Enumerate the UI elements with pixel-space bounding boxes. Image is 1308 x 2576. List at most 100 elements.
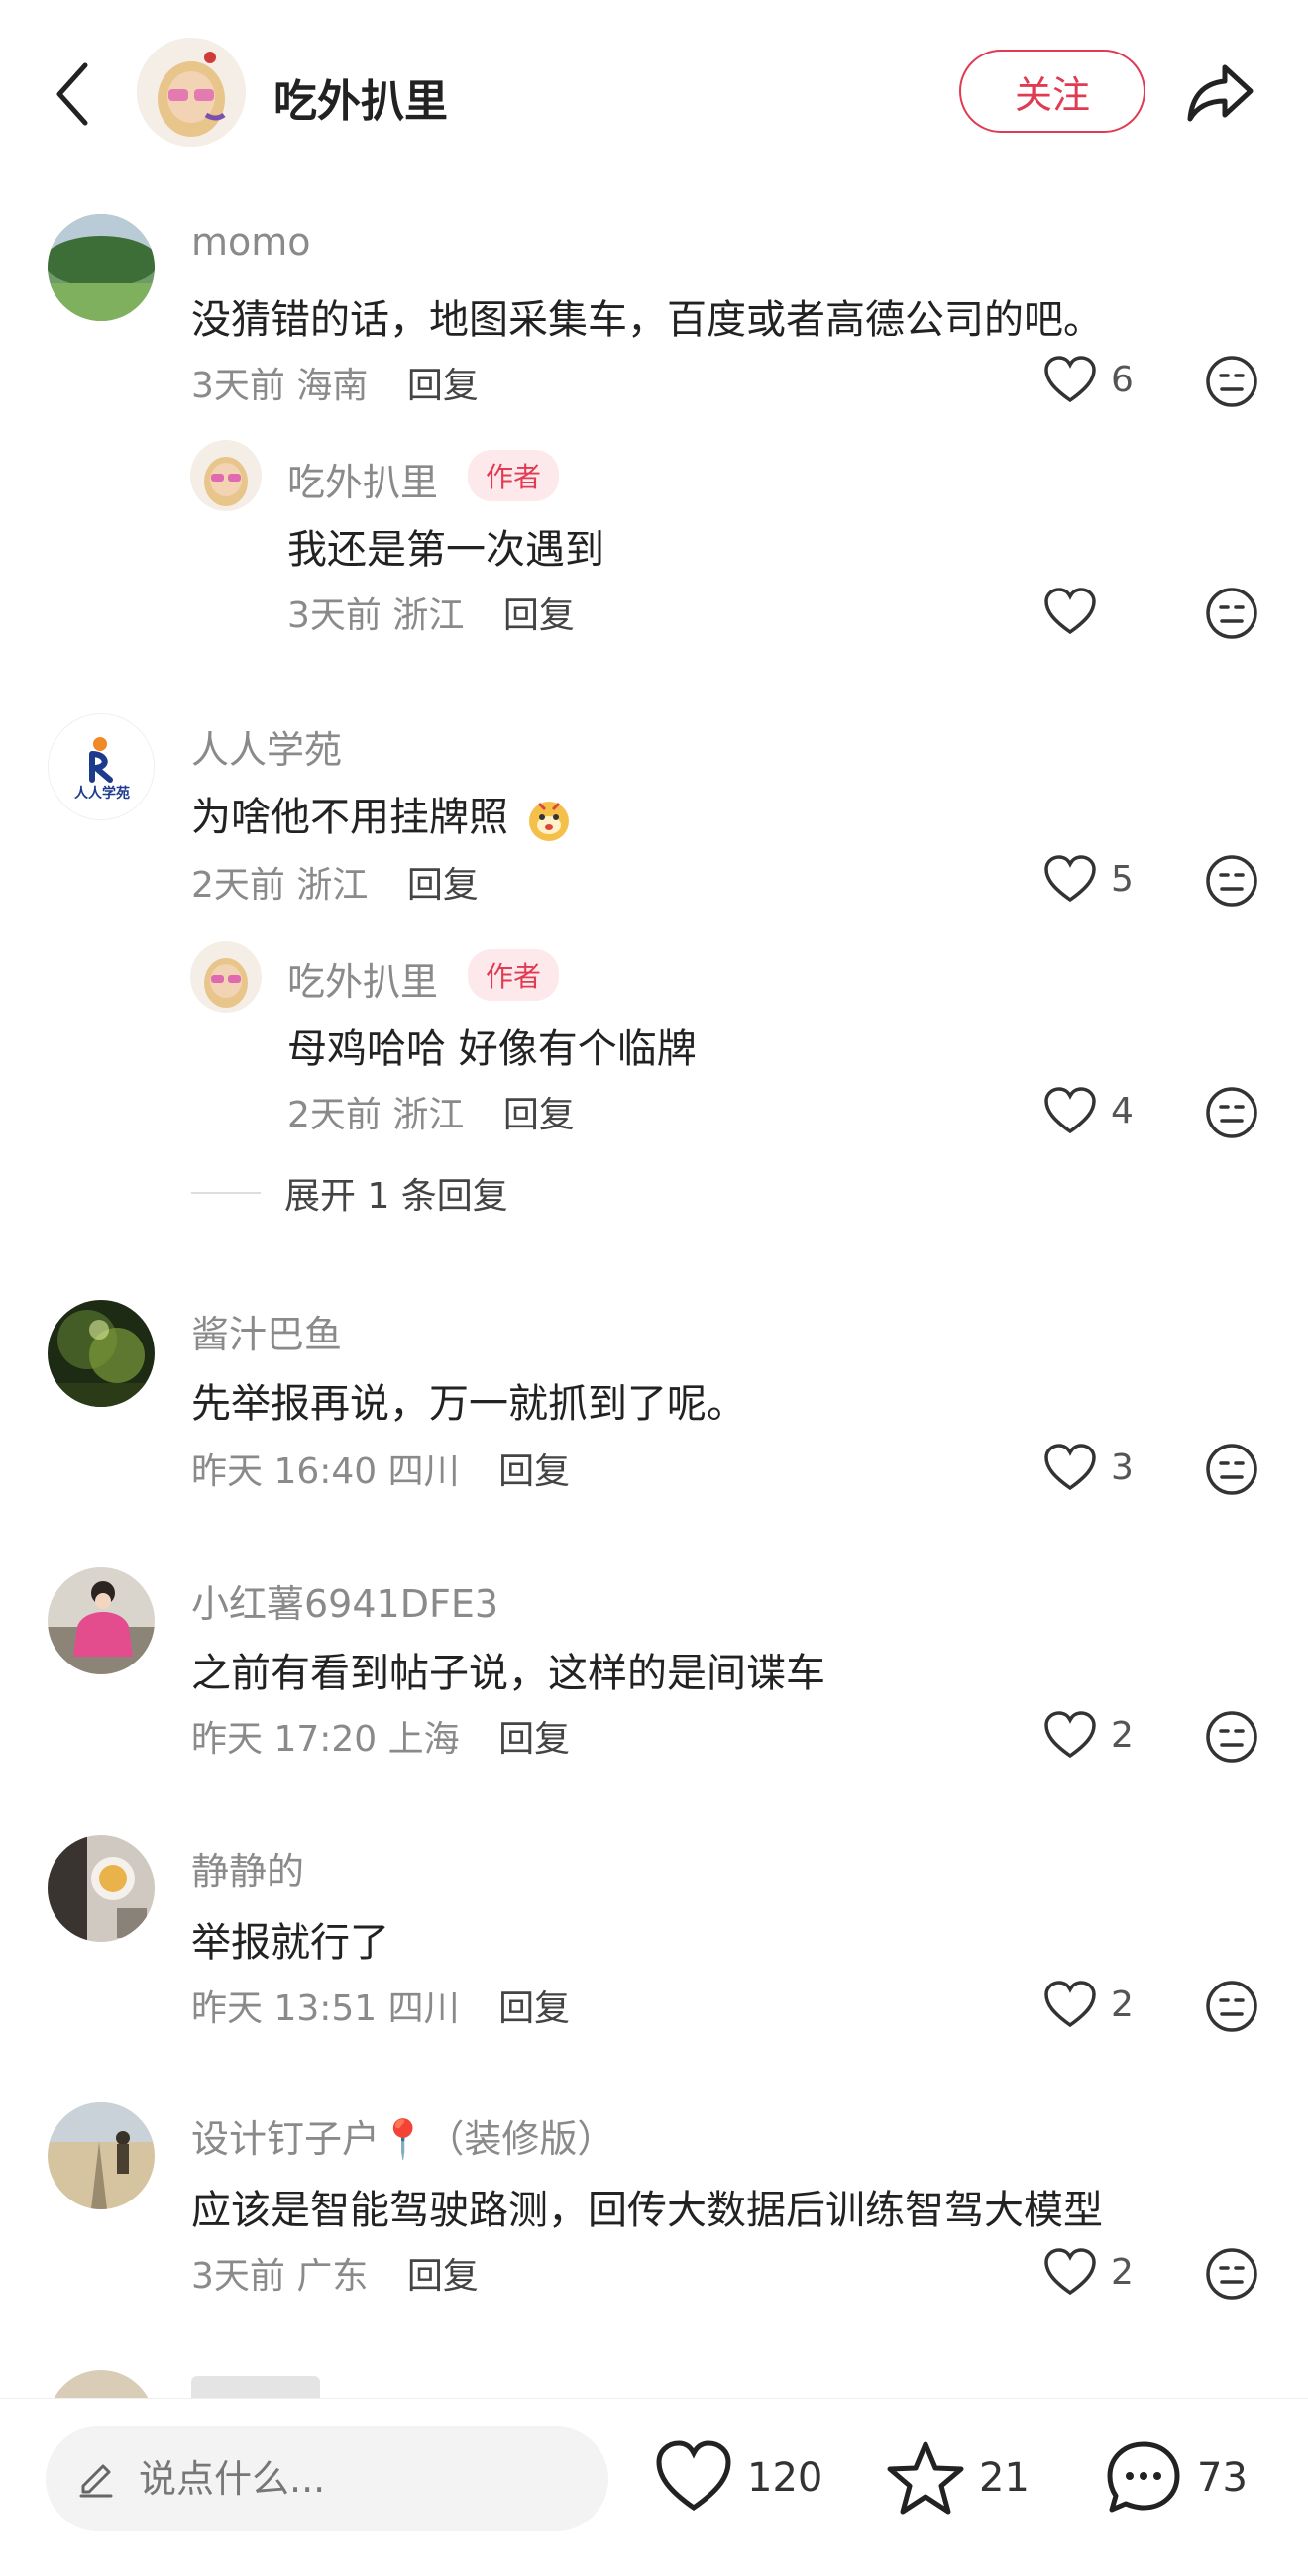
like-button[interactable]: 5 xyxy=(1043,854,1134,904)
emoji-react-icon[interactable] xyxy=(1205,2247,1258,2301)
emoji-react-icon[interactable] xyxy=(1205,1086,1258,1139)
reply-text: 我还是第一次遇到 xyxy=(287,527,604,573)
author-badge: 作者 xyxy=(468,450,560,501)
star-icon xyxy=(887,2441,964,2515)
post-comment-button[interactable]: 73 xyxy=(1104,2438,1248,2518)
post-comment-count: 73 xyxy=(1197,2455,1248,2501)
reply-button[interactable]: 回复 xyxy=(503,1095,575,1135)
comment-username[interactable]: momo xyxy=(191,220,311,264)
top-nav-bar: 吃外扒里 关注 xyxy=(0,0,1308,178)
post-collect-button[interactable]: 21 xyxy=(886,2438,1030,2518)
comment-meta: 昨天 17:20 上海 回复 xyxy=(191,1710,570,1762)
heart-icon xyxy=(656,2440,731,2512)
reply-button[interactable]: 回复 xyxy=(498,1988,570,2029)
comment-meta: 3天前 广东 回复 xyxy=(191,2247,479,2299)
like-button[interactable]: 6 xyxy=(1043,355,1134,404)
like-button[interactable]: 2 xyxy=(1043,1980,1134,2029)
heart-icon xyxy=(1044,1444,1096,1491)
next-comment-partial xyxy=(0,2358,1308,2398)
like-count: 3 xyxy=(1111,1447,1134,1488)
like-button[interactable] xyxy=(1043,587,1097,636)
comment-input[interactable] xyxy=(139,2457,575,2501)
expand-replies-button[interactable]: 展开 1 条回复 xyxy=(191,1167,508,1219)
comment-text-body: 为啥他不用挂牌照 xyxy=(191,795,508,840)
emoji-sticker-icon xyxy=(525,796,573,843)
user-avatar[interactable] xyxy=(48,2370,155,2398)
emoji-react-icon[interactable] xyxy=(1205,1710,1258,1764)
avatar-logo-text: 人人学苑 xyxy=(74,785,130,802)
emoji-react-icon[interactable] xyxy=(1205,1980,1258,2033)
comment-time: 2天前 xyxy=(191,865,285,906)
user-avatar[interactable] xyxy=(48,1567,155,1674)
comment-username[interactable]: 酱汁巴鱼 xyxy=(191,1304,342,1358)
reply-button[interactable]: 回复 xyxy=(498,1719,570,1760)
reply-button[interactable]: 回复 xyxy=(503,595,575,636)
pencil-icon xyxy=(79,2464,113,2498)
comment-time: 2天前 xyxy=(287,1095,382,1135)
comment-meta: 3天前 海南 回复 xyxy=(191,357,479,408)
comment-time: 3天前 xyxy=(191,2256,285,2297)
comment-time: 3天前 xyxy=(287,595,382,636)
heart-icon xyxy=(1044,2248,1096,2296)
comment-text: 没猜错的话，地图采集车，百度或者高德公司的吧。 xyxy=(191,297,1103,343)
reply-text: 母鸡哈哈 好像有个临牌 xyxy=(287,1026,697,1072)
user-avatar[interactable] xyxy=(48,1300,155,1407)
reply-meta: 3天前 浙江 回复 xyxy=(287,587,575,638)
like-count: 5 xyxy=(1111,858,1134,900)
comment-username[interactable]: 设计钉子户📍（装修版） xyxy=(191,2108,614,2163)
emoji-react-icon[interactable] xyxy=(1205,587,1258,640)
author-name[interactable]: 吃外扒里 xyxy=(273,65,448,129)
comment-username[interactable]: 静静的 xyxy=(191,1841,304,1895)
comment-time: 昨天 17:20 xyxy=(191,1719,378,1760)
reply-button[interactable]: 回复 xyxy=(407,2256,479,2297)
back-icon[interactable] xyxy=(50,59,99,129)
follow-button[interactable]: 关注 xyxy=(959,50,1145,133)
post-collect-count: 21 xyxy=(979,2455,1030,2501)
emoji-react-icon[interactable] xyxy=(1205,854,1258,908)
comment-time: 昨天 13:51 xyxy=(191,1988,378,2029)
emoji-react-icon[interactable] xyxy=(1205,355,1258,408)
user-avatar[interactable] xyxy=(48,1835,155,1942)
share-icon[interactable] xyxy=(1185,57,1256,127)
like-button[interactable]: 2 xyxy=(1043,2247,1134,2297)
user-avatar[interactable] xyxy=(48,2102,155,2209)
like-button[interactable]: 3 xyxy=(1043,1443,1134,1492)
comment-location: 广东 xyxy=(296,2256,369,2297)
divider xyxy=(191,1192,261,1194)
heart-icon xyxy=(1044,855,1096,903)
comment-location: 四川 xyxy=(387,1988,460,2029)
emoji-react-icon[interactable] xyxy=(1205,1443,1258,1496)
comment-location: 浙江 xyxy=(392,595,465,636)
comment-meta: 昨天 16:40 四川 回复 xyxy=(191,1443,570,1494)
post-like-count: 120 xyxy=(747,2455,823,2501)
comment-text: 先举报再说，万一就抓到了呢。 xyxy=(191,1381,746,1427)
heart-icon xyxy=(1044,1981,1096,2028)
author-avatar[interactable] xyxy=(137,38,246,147)
heart-icon xyxy=(1044,356,1096,403)
user-avatar[interactable]: 人人学苑 xyxy=(48,713,155,820)
reply-meta: 2天前 浙江 回复 xyxy=(287,1086,575,1137)
post-like-button[interactable]: 120 xyxy=(654,2438,822,2518)
user-avatar[interactable] xyxy=(48,214,155,321)
comment-text: 举报就行了 xyxy=(191,1920,389,1966)
comment-username-placeholder xyxy=(191,2376,320,2398)
comment-username[interactable]: 小红薯6941DFE3 xyxy=(191,1573,498,1628)
heart-icon xyxy=(1044,1711,1096,1759)
comment-meta: 昨天 13:51 四川 回复 xyxy=(191,1980,570,2031)
reply-button[interactable]: 回复 xyxy=(407,865,479,906)
like-button[interactable]: 4 xyxy=(1043,1086,1134,1135)
user-avatar[interactable] xyxy=(190,941,262,1013)
reply-button[interactable]: 回复 xyxy=(407,366,479,406)
comment-text: 之前有看到帖子说，这样的是间谍车 xyxy=(191,1651,825,1696)
user-avatar[interactable] xyxy=(190,440,262,511)
like-count: 2 xyxy=(1111,2251,1134,2293)
comment-time: 昨天 16:40 xyxy=(191,1451,378,1492)
comment-input-box[interactable] xyxy=(46,2426,608,2531)
comment-location: 浙江 xyxy=(296,865,369,906)
like-button[interactable]: 2 xyxy=(1043,1710,1134,1760)
reply-username[interactable]: 吃外扒里 xyxy=(287,951,438,1006)
reply-button[interactable]: 回复 xyxy=(498,1451,570,1492)
expand-replies-label: 展开 1 条回复 xyxy=(284,1176,508,1217)
comment-username[interactable]: 人人学苑 xyxy=(191,719,342,774)
reply-username[interactable]: 吃外扒里 xyxy=(287,452,438,506)
